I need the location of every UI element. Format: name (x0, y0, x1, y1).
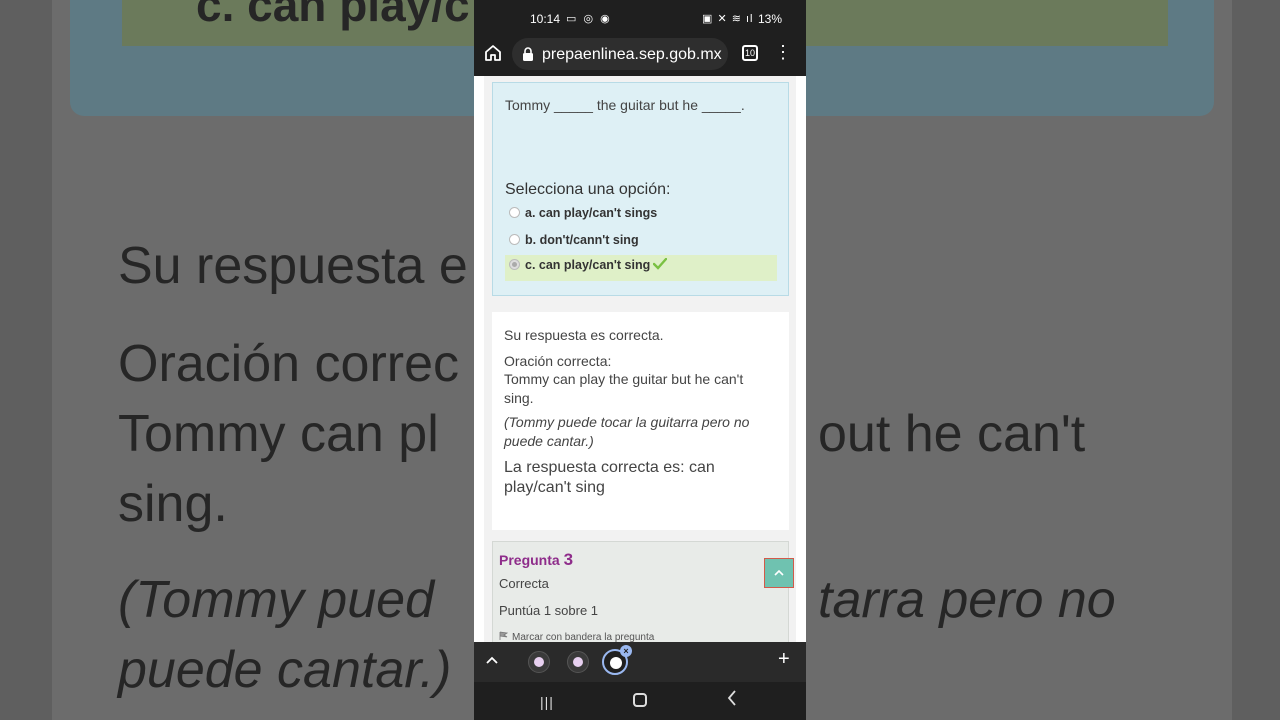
tab-favicon[interactable] (528, 651, 550, 673)
question-label: Pregunta (499, 552, 560, 568)
flag-icon (499, 631, 509, 642)
option-label: c. can play/can't sing (525, 258, 651, 272)
background-line: Su respuesta e (118, 237, 468, 295)
option-label: a. can play/can't sings (525, 206, 658, 220)
option-label-wrap: c. can play/can't sing (525, 258, 668, 273)
background-line: Oración correc (118, 335, 459, 393)
flag-question-link[interactable]: Marcar con bandera la pregunta (499, 631, 654, 642)
radio-button[interactable] (509, 207, 520, 218)
background-option-text: c. can play/c (196, 0, 470, 31)
address-bar[interactable]: prepaenlinea.sep.gob.mx (512, 38, 728, 70)
result-text: Su respuesta es correcta. (504, 327, 664, 343)
radio-button-selected[interactable] (509, 259, 520, 270)
background-line: out he can't (818, 405, 1086, 463)
status-bar: 10:14 ▭ ◎ ◉ ▣ ✕ ≋ ıl 13% (474, 0, 806, 36)
answer-option-b[interactable]: b. don't/cann't sing (505, 230, 777, 256)
select-prompt: Selecciona una opción: (505, 181, 671, 198)
feedback-section: Su respuesta es correcta. Oración correc… (492, 312, 789, 530)
question-card: Tommy _____ the guitar but he _____. Sel… (492, 82, 789, 296)
chevron-up-icon[interactable] (486, 652, 498, 670)
translation-text: (Tommy puede tocar la guitarra pero no p… (504, 414, 750, 449)
tab-favicon[interactable] (567, 651, 589, 673)
background-line: sing. (118, 475, 228, 533)
correct-sentence-label: Oración correcta: (504, 353, 612, 369)
new-tab-icon[interactable]: + (778, 648, 790, 671)
background-line: (Tommy pued (118, 571, 434, 629)
battery-level: 13% (758, 12, 783, 26)
status-time: 10:14 (530, 12, 561, 26)
background-line: tarra pero no (818, 571, 1116, 629)
home-icon[interactable] (484, 44, 504, 64)
back-icon[interactable] (726, 689, 738, 713)
tab-group-bar: × + (474, 642, 806, 682)
radio-button[interactable] (509, 234, 520, 245)
question-number-value: 3 (563, 550, 574, 569)
tab-switcher-button[interactable]: 10 (742, 45, 758, 61)
background-line: puede cantar.) (118, 641, 452, 699)
url-text: prepaenlinea.sep.gob.mx (542, 46, 722, 63)
answer-option-a[interactable]: a. can play/can't sings (505, 203, 777, 229)
recent-apps-icon[interactable]: ||| (540, 694, 554, 710)
system-status-icons: ▣ ✕ ≋ ıl (702, 13, 754, 25)
system-nav-bar: ||| (474, 682, 806, 720)
notification-icons: ▭ ◎ ◉ (566, 13, 612, 25)
question-status: Correcta (499, 576, 549, 591)
option-label: b. don't/cann't sing (525, 233, 639, 247)
correct-answer-text: La respuesta correcta es: can play/can't… (504, 459, 715, 496)
answer-option-c[interactable]: c. can play/can't sing (505, 255, 777, 281)
background-line: Tommy can pl (118, 405, 439, 463)
question-text: Tommy _____ the guitar but he _____. (505, 97, 745, 113)
correct-sentence: Tommy can play the guitar but he can't s… (504, 371, 744, 406)
scroll-to-top-button[interactable] (764, 558, 794, 588)
lock-icon (522, 47, 534, 61)
checkmark-icon (653, 258, 668, 273)
browser-toolbar: prepaenlinea.sep.gob.mx 10 ⋮ (474, 36, 806, 76)
close-tab-icon[interactable]: × (620, 645, 632, 657)
phone-screen: 10:14 ▭ ◎ ◉ ▣ ✕ ≋ ıl 13% prepaenlinea.se… (474, 0, 806, 720)
question-info-card: Pregunta 3 Correcta Puntúa 1 sobre 1 Mar… (492, 541, 789, 642)
web-content: Tommy _____ the guitar but he _____. Sel… (474, 76, 806, 642)
more-options-icon[interactable]: ⋮ (774, 42, 792, 63)
question-score: Puntúa 1 sobre 1 (499, 603, 599, 618)
home-nav-icon[interactable] (633, 693, 647, 707)
question-number: Pregunta 3 (499, 550, 573, 570)
flag-label: Marcar con bandera la pregunta (512, 632, 655, 642)
